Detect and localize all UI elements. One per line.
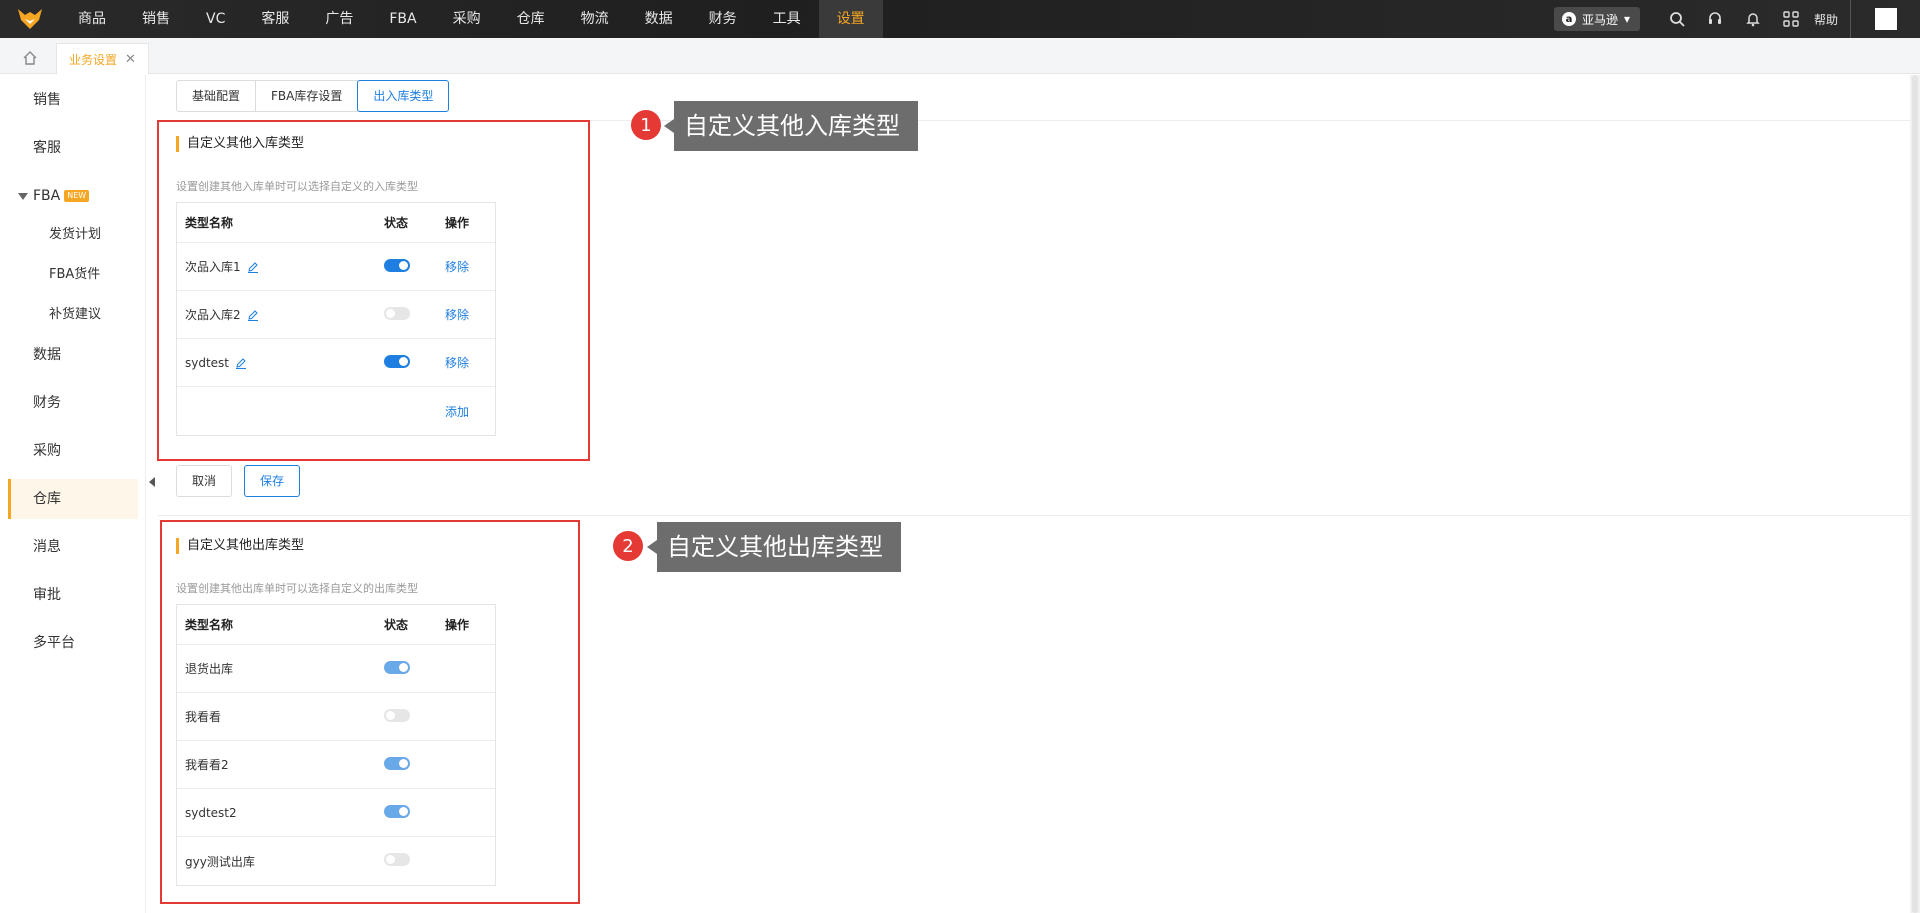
nav-item-logistics[interactable]: 物流 [563, 0, 627, 38]
close-icon[interactable]: ✕ [125, 52, 136, 67]
amazon-icon: a [1561, 12, 1576, 26]
headset-support-icon[interactable] [1696, 0, 1734, 38]
nav-item-customer-service[interactable]: 客服 [243, 0, 307, 38]
annotation-number-1: 1 [631, 110, 661, 140]
subtab-inout-types[interactable]: 出入库类型 [357, 80, 450, 112]
cancel-button[interactable]: 取消 [176, 465, 233, 497]
nav-item-finance[interactable]: 财务 [691, 0, 755, 38]
sidebar-item-approval[interactable]: 审批 [8, 575, 138, 615]
fox-logo-icon[interactable] [0, 0, 60, 38]
nav-item-ads[interactable]: 广告 [307, 0, 371, 38]
sidebar-item-warehouse[interactable]: 仓库 [8, 479, 138, 519]
sidebar-item-multi-platform[interactable]: 多平台 [8, 623, 138, 663]
search-icon[interactable] [1658, 0, 1696, 38]
marketplace-selector[interactable]: a 亚马逊 ▾ [1553, 7, 1640, 31]
annotation-number-2: 2 [613, 531, 643, 561]
sidebar-item-shipping-plan[interactable]: 发货计划 [8, 215, 138, 255]
bell-notification-icon[interactable] [1734, 0, 1772, 38]
divider [158, 515, 1910, 516]
sidebar-item-messages[interactable]: 消息 [8, 527, 138, 567]
sidebar-item-restock-suggestion[interactable]: 补货建议 [8, 295, 138, 335]
sidebar-item-label: FBA [33, 188, 61, 204]
vertical-scrollbar[interactable] [1910, 75, 1920, 913]
sidebar-item-data[interactable]: 数据 [8, 335, 138, 375]
nav-item-purchasing[interactable]: 采购 [435, 0, 499, 38]
chevron-down-icon: ▾ [1623, 12, 1630, 26]
home-icon[interactable] [10, 44, 50, 72]
sidebar-item-customer-service[interactable]: 客服 [8, 128, 138, 168]
nav-item-sales[interactable]: 销售 [124, 0, 188, 38]
user-menu[interactable] [1850, 0, 1920, 38]
sidebar-item-fba-shipment[interactable]: FBA货件 [8, 255, 138, 295]
help-link[interactable]: 帮助 [1814, 11, 1838, 28]
sidebar: 销售 客服 FBA NEW 发货计划 FBA货件 补货建议 数据 财务 采购 仓库… [0, 75, 146, 913]
annotation-callout-2: 自定义其他出库类型 [647, 522, 901, 572]
avatar [1874, 8, 1897, 30]
page-tab-bar: 业务设置 ✕ [0, 38, 1920, 74]
nav-item-tools[interactable]: 工具 [755, 0, 819, 38]
sidebar-item-sales[interactable]: 销售 [8, 80, 138, 120]
subtab-fba-inventory[interactable]: FBA库存设置 [255, 80, 359, 112]
page-tab-business-settings[interactable]: 业务设置 ✕ [56, 43, 149, 74]
settings-subtabs: 基础配置 FBA库存设置 出入库类型 [176, 80, 450, 112]
sidebar-item-fba[interactable]: FBA NEW [8, 176, 138, 216]
new-badge: NEW [64, 190, 90, 202]
scrollbar-thumb[interactable] [1912, 75, 1918, 913]
annotation-box-outbound [160, 520, 580, 904]
nav-item-products[interactable]: 商品 [60, 0, 124, 38]
nav-item-fba[interactable]: FBA [371, 0, 434, 38]
nav-item-warehouse[interactable]: 仓库 [499, 0, 563, 38]
sidebar-item-finance[interactable]: 财务 [8, 383, 138, 423]
caret-down-icon [18, 193, 28, 200]
save-button[interactable]: 保存 [244, 465, 301, 497]
annotation-callout-1: 自定义其他入库类型 [664, 101, 918, 151]
sidebar-item-purchasing[interactable]: 采购 [8, 431, 138, 471]
top-navigation-bar: 商品 销售 VC 客服 广告 FBA 采购 仓库 物流 数据 财务 工具 设置 … [0, 0, 1920, 38]
page-tab-label: 业务设置 [69, 52, 118, 67]
nav-item-vc[interactable]: VC [188, 0, 243, 38]
apps-grid-icon[interactable] [1772, 0, 1810, 38]
sidebar-collapse-handle[interactable] [147, 472, 157, 492]
nav-item-data[interactable]: 数据 [627, 0, 691, 38]
nav-item-settings[interactable]: 设置 [818, 0, 883, 38]
marketplace-label: 亚马逊 [1581, 12, 1618, 27]
subtab-basic-config[interactable]: 基础配置 [176, 80, 257, 112]
annotation-box-inbound [157, 120, 590, 461]
